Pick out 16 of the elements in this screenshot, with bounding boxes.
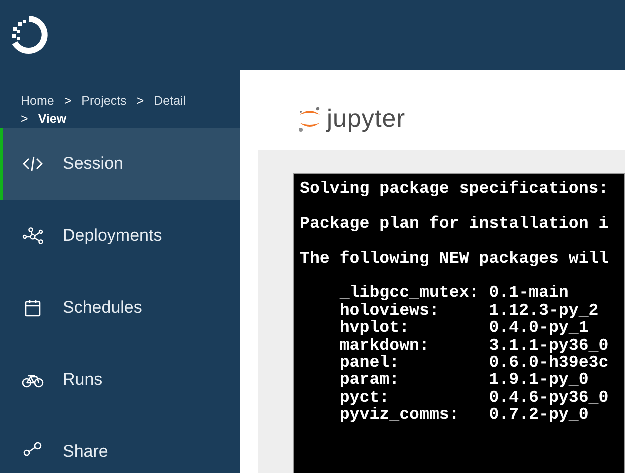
- sidebar-item[interactable]: Share: [0, 416, 240, 473]
- breadcrumb-link[interactable]: Detail: [154, 92, 186, 110]
- sidebar-item[interactable]: Session: [0, 128, 240, 200]
- sidebar-item[interactable]: Schedules: [0, 272, 240, 344]
- breadcrumb-current: View: [38, 111, 67, 128]
- breadcrumb-separator: >: [136, 93, 144, 110]
- sidebar-item[interactable]: Runs: [0, 344, 240, 416]
- logo-ring-icon: [9, 15, 49, 55]
- sidebar-item[interactable]: Deployments: [0, 200, 240, 272]
- network-icon: [22, 225, 44, 247]
- jupyter-wordmark: jupyter: [327, 104, 406, 134]
- breadcrumb-link[interactable]: Home: [21, 92, 54, 110]
- terminal-output: Solving package specifications: Package plan for installation i The following NEW packages will _libgcc_mutex: 0.1-main holoviews: 1.12.3-py_2 hvplot: 0.4.0-py_1 markdown: 3.1.1-py36_0 panel: 0.6.0-h39e3c param: 1.9.1-py_0 pyct: 0.4.6-py36_0 pyviz_comms: 0.7.2-py_0: [293, 173, 625, 473]
- breadcrumb-separator: >: [21, 111, 28, 128]
- breadcrumb-link[interactable]: Projects: [82, 92, 127, 110]
- breadcrumb-separator: >: [64, 93, 72, 110]
